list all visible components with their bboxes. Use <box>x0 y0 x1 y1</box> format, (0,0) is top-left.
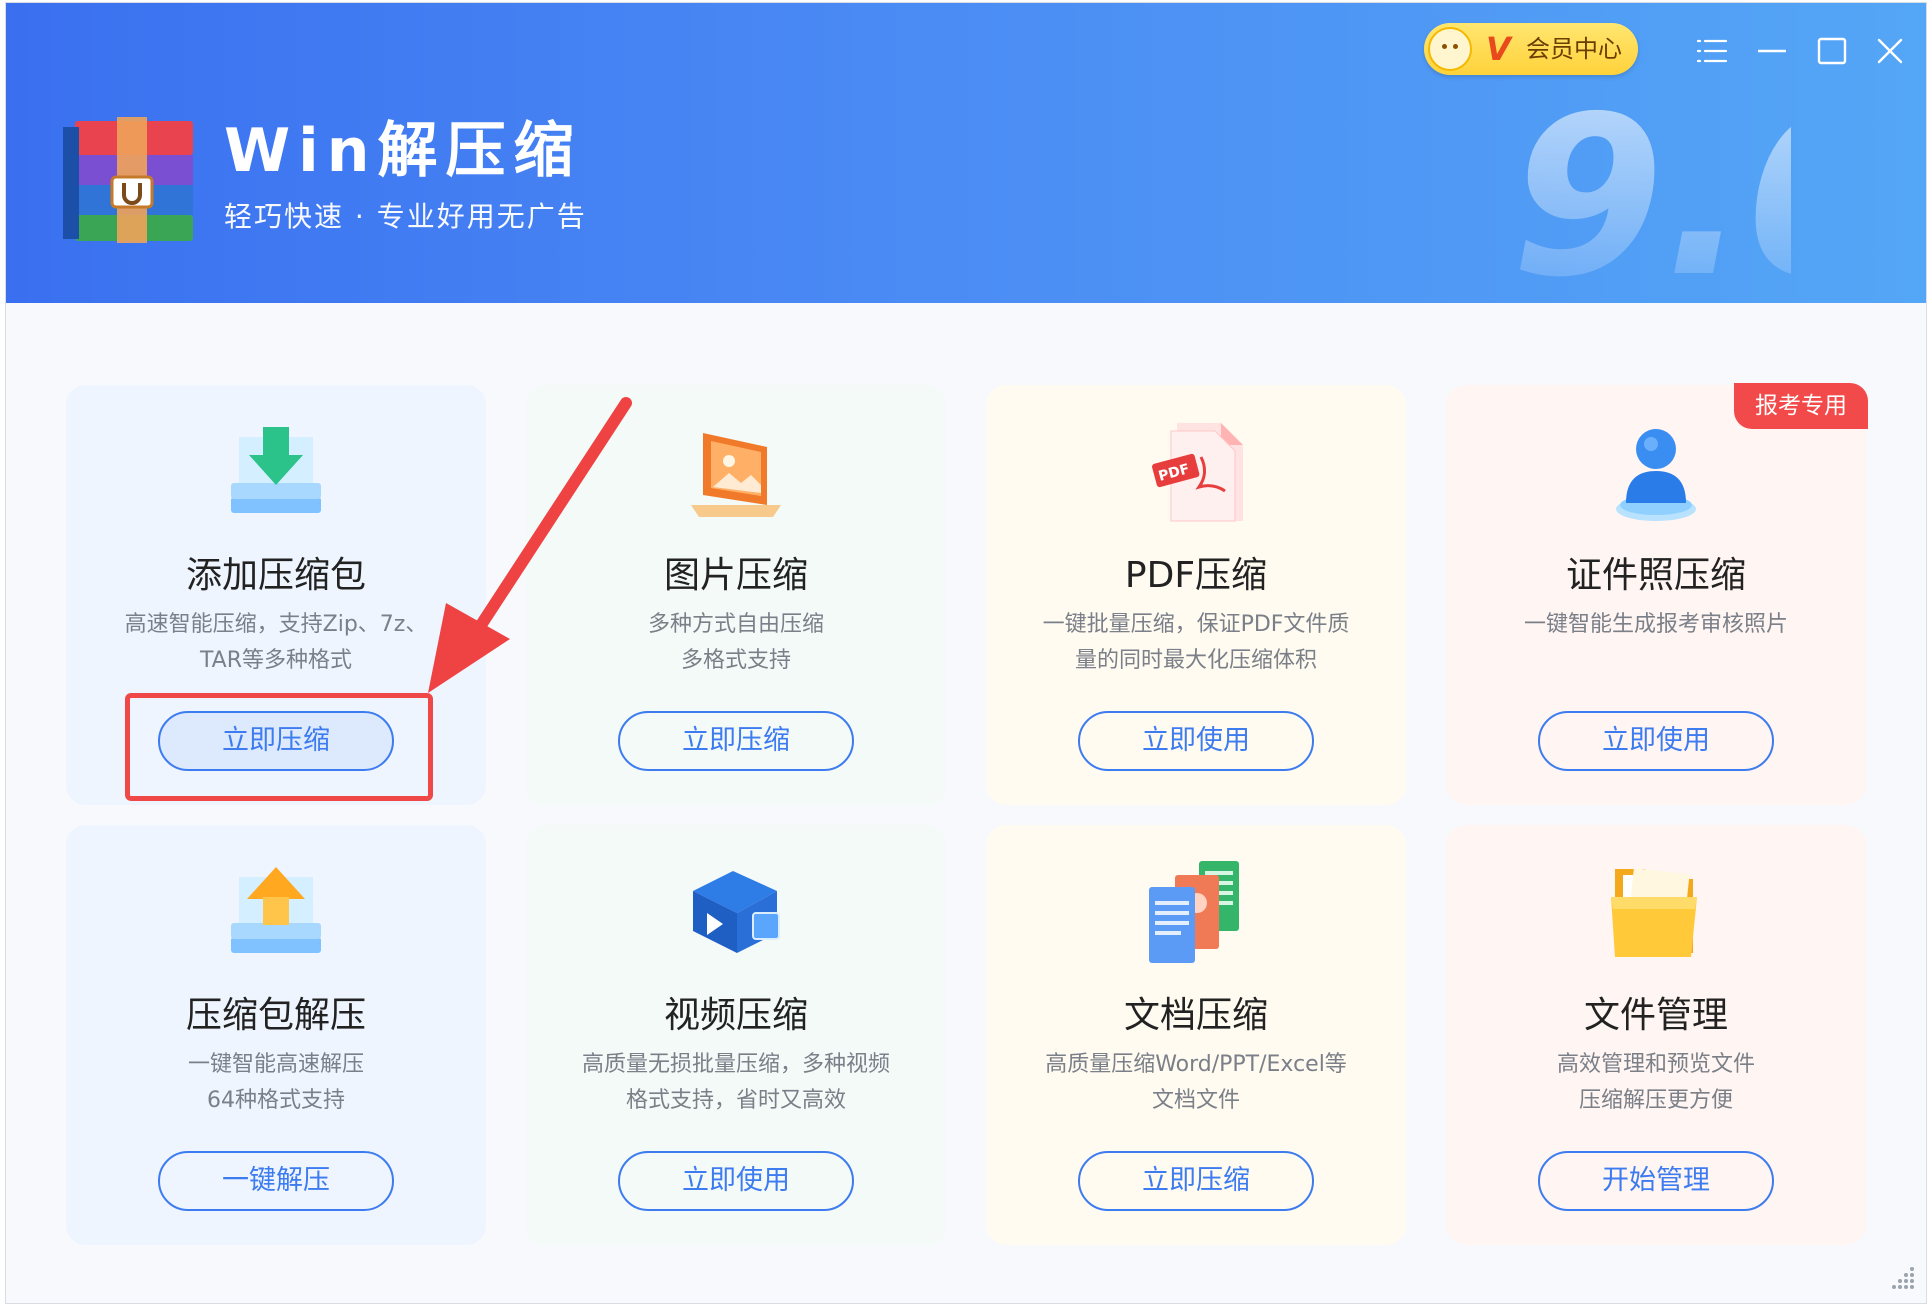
card-description: 一键智能高速解压 64种格式支持 <box>86 1047 466 1119</box>
folder-icon <box>1611 868 1697 957</box>
pointer-arrow-icon <box>428 397 632 693</box>
use-now-button[interactable]: 立即使用 <box>618 1151 854 1211</box>
card-desc-line: 压缩解压更方便 <box>1578 1088 1733 1113</box>
maximize-icon[interactable] <box>1814 33 1850 69</box>
vip-mascot-icon <box>1428 27 1472 71</box>
card-desc-line: 高效管理和预览文件 <box>1556 1052 1755 1077</box>
extract-now-button[interactable]: 一键解压 <box>158 1151 394 1211</box>
card-pdf-compress: PDF PDF压缩 一键批量压缩，保证PDF文件质 量的同时最大化压缩体积 立即… <box>986 385 1406 805</box>
minimize-icon[interactable] <box>1754 33 1790 69</box>
card-document-compress: 文档压缩 高质量压缩Word/PPT/Excel等 文档文件 立即压缩 <box>986 825 1406 1245</box>
compress-now-button[interactable]: 立即压缩 <box>1078 1151 1314 1211</box>
card-desc-line: 一键智能生成报考审核照片 <box>1523 612 1788 637</box>
card-title: 压缩包解压 <box>185 995 366 1036</box>
compress-now-button[interactable]: 立即压缩 <box>618 711 854 771</box>
card-desc-line: 高质量压缩Word/PPT/Excel等 <box>1045 1052 1347 1077</box>
card-extract-archive: 压缩包解压 一键智能高速解压 64种格式支持 一键解压 <box>66 825 486 1245</box>
svg-text:9.0: 9.0 <box>1511 83 1791 293</box>
use-now-button[interactable]: 立即使用 <box>1538 711 1774 771</box>
app-window: Win解压缩 轻巧快速 · 专业好用无广告 9.0 V 会员中心 <box>5 2 1927 1304</box>
card-file-manager: 文件管理 高效管理和预览文件 压缩解压更方便 开始管理 <box>1446 825 1866 1245</box>
card-title: PDF压缩 <box>1124 555 1268 596</box>
card-desc-line: 高质量无损批量压缩，多种视频 <box>581 1052 890 1077</box>
video-icon <box>693 871 780 953</box>
close-icon[interactable] <box>1872 33 1908 69</box>
app-header: Win解压缩 轻巧快速 · 专业好用无广告 9.0 V 会员中心 <box>6 3 1926 303</box>
app-logo-icon <box>63 117 193 243</box>
add-archive-icon <box>231 427 321 513</box>
card-title: 证件照压缩 <box>1565 555 1746 596</box>
resize-grip-icon[interactable] <box>1886 1263 1916 1293</box>
card-title: 文件管理 <box>1583 995 1728 1036</box>
card-desc-line: 一键智能高速解压 <box>187 1052 364 1077</box>
vip-letter: V <box>1486 30 1511 68</box>
document-icon <box>1149 861 1239 963</box>
card-desc-line: 文档文件 <box>1151 1088 1240 1113</box>
app-title: Win解压缩 <box>224 116 582 186</box>
card-description: 一键批量压缩，保证PDF文件质 量的同时最大化压缩体积 <box>1006 607 1386 679</box>
card-description: 高效管理和预览文件 压缩解压更方便 <box>1466 1047 1846 1119</box>
card-title: 文档压缩 <box>1123 995 1268 1036</box>
extract-archive-icon <box>231 867 321 953</box>
version-badge: 9.0 <box>1511 83 1791 293</box>
pdf-icon: PDF <box>1152 423 1243 522</box>
vip-center-button[interactable]: V 会员中心 <box>1424 23 1638 75</box>
menu-icon[interactable] <box>1694 33 1730 69</box>
vip-label: 会员中心 <box>1526 35 1622 63</box>
card-desc-line: 64种格式支持 <box>207 1088 345 1113</box>
app-subtitle: 轻巧快速 · 专业好用无广告 <box>224 200 587 233</box>
card-desc-line: 一键批量压缩，保证PDF文件质 <box>1042 612 1350 637</box>
card-desc-line: 量的同时最大化压缩体积 <box>1074 648 1317 673</box>
exam-only-badge: 报考专用 <box>1734 383 1868 429</box>
card-description: 高质量无损批量压缩，多种视频 格式支持，省时又高效 <box>546 1047 926 1119</box>
card-description: 一键智能生成报考审核照片 <box>1466 607 1846 643</box>
image-icon <box>691 433 781 517</box>
highlight-box <box>125 693 433 801</box>
id-photo-icon <box>1616 429 1696 521</box>
card-desc-line: 格式支持，省时又高效 <box>625 1088 846 1113</box>
card-description: 高质量压缩Word/PPT/Excel等 文档文件 <box>1006 1047 1386 1119</box>
use-now-button[interactable]: 立即使用 <box>1078 711 1314 771</box>
start-manage-button[interactable]: 开始管理 <box>1538 1151 1774 1211</box>
card-title: 视频压缩 <box>663 995 808 1036</box>
card-id-photo-compress: 报考专用 证件照压缩 一键智能生成报考审核照片 立即使用 <box>1446 383 1868 805</box>
card-video-compress: 视频压缩 高质量无损批量压缩，多种视频 格式支持，省时又高效 立即使用 <box>526 825 946 1245</box>
